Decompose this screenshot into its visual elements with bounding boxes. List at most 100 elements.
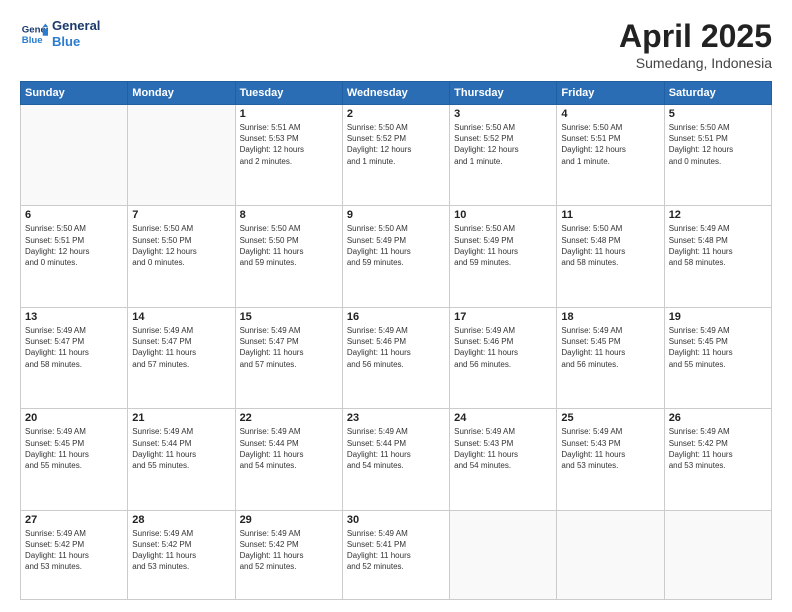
day-number: 30	[347, 514, 445, 526]
day-info: Sunrise: 5:50 AM Sunset: 5:51 PM Dayligh…	[669, 122, 767, 167]
day-number: 25	[561, 412, 659, 424]
calendar-cell: 14 Sunrise: 5:49 AM Sunset: 5:47 PM Dayli…	[128, 307, 235, 408]
day-info: Sunrise: 5:49 AM Sunset: 5:45 PM Dayligh…	[669, 325, 767, 370]
calendar-week-row: 6Sunrise: 5:50 AM Sunset: 5:51 PM Daylig…	[21, 206, 772, 307]
calendar-week-row: 13 Sunrise: 5:49 AM Sunset: 5:47 PM Dayli…	[21, 307, 772, 408]
day-info: Sunrise: 5:49 AM Sunset: 5:46 PM Dayligh…	[454, 325, 552, 370]
day-info: Sunrise: 5:50 AM Sunset: 5:51 PM Dayligh…	[561, 122, 659, 167]
day-number: 14	[132, 311, 230, 323]
day-number: 7	[132, 209, 230, 221]
calendar-cell: 17 Sunrise: 5:49 AM Sunset: 5:46 PM Dayli…	[450, 307, 557, 408]
calendar-week-row: 27Sunrise: 5:49 AM Sunset: 5:42 PM Dayli…	[21, 510, 772, 599]
day-number: 23	[347, 412, 445, 424]
logo-icon: General Blue	[20, 20, 48, 48]
calendar-cell: 5Sunrise: 5:50 AM Sunset: 5:51 PM Daylig…	[664, 105, 771, 206]
calendar-cell: 23 Sunrise: 5:49 AM Sunset: 5:44 PM Dayli…	[342, 409, 449, 510]
day-info: Sunrise: 5:50 AM Sunset: 5:50 PM Dayligh…	[132, 223, 230, 268]
day-info: Sunrise: 5:51 AM Sunset: 5:53 PM Dayligh…	[240, 122, 338, 167]
day-number: 22	[240, 412, 338, 424]
calendar-week-row: 1Sunrise: 5:51 AM Sunset: 5:53 PM Daylig…	[21, 105, 772, 206]
calendar-cell	[557, 510, 664, 599]
day-info: Sunrise: 5:50 AM Sunset: 5:49 PM Dayligh…	[454, 223, 552, 268]
day-number: 19	[669, 311, 767, 323]
day-info: Sunrise: 5:49 AM Sunset: 5:46 PM Dayligh…	[347, 325, 445, 370]
day-number: 11	[561, 209, 659, 221]
svg-text:Blue: Blue	[22, 34, 43, 45]
day-number: 2	[347, 108, 445, 120]
day-number: 16	[347, 311, 445, 323]
calendar-cell: 26 Sunrise: 5:49 AM Sunset: 5:42 PM Dayli…	[664, 409, 771, 510]
day-number: 4	[561, 108, 659, 120]
day-number: 8	[240, 209, 338, 221]
weekday-header-thursday: Thursday	[450, 82, 557, 105]
calendar-cell: 18Sunrise: 5:49 AM Sunset: 5:45 PM Dayli…	[557, 307, 664, 408]
calendar-cell	[21, 105, 128, 206]
weekday-header-wednesday: Wednesday	[342, 82, 449, 105]
calendar-cell: 1Sunrise: 5:51 AM Sunset: 5:53 PM Daylig…	[235, 105, 342, 206]
calendar-cell: 30 Sunrise: 5:49 AM Sunset: 5:41 PM Dayli…	[342, 510, 449, 599]
calendar-cell: 16 Sunrise: 5:49 AM Sunset: 5:46 PM Dayli…	[342, 307, 449, 408]
calendar-cell: 13 Sunrise: 5:49 AM Sunset: 5:47 PM Dayli…	[21, 307, 128, 408]
day-number: 28	[132, 514, 230, 526]
day-number: 10	[454, 209, 552, 221]
day-info: Sunrise: 5:49 AM Sunset: 5:47 PM Dayligh…	[132, 325, 230, 370]
calendar-cell: 20 Sunrise: 5:49 AM Sunset: 5:45 PM Dayli…	[21, 409, 128, 510]
day-info: Sunrise: 5:49 AM Sunset: 5:44 PM Dayligh…	[347, 426, 445, 471]
day-number: 9	[347, 209, 445, 221]
logo: General Blue General Blue	[20, 18, 100, 49]
header: General Blue General Blue April 2025 Sum…	[20, 18, 772, 71]
day-number: 18	[561, 311, 659, 323]
day-info: Sunrise: 5:49 AM Sunset: 5:42 PM Dayligh…	[25, 528, 123, 573]
day-number: 20	[25, 412, 123, 424]
day-info: Sunrise: 5:50 AM Sunset: 5:52 PM Dayligh…	[454, 122, 552, 167]
day-number: 17	[454, 311, 552, 323]
logo-name-line2: Blue	[52, 34, 100, 50]
day-info: Sunrise: 5:49 AM Sunset: 5:47 PM Dayligh…	[240, 325, 338, 370]
calendar-cell: 9 Sunrise: 5:50 AM Sunset: 5:49 PM Daylig…	[342, 206, 449, 307]
calendar-cell: 29Sunrise: 5:49 AM Sunset: 5:42 PM Dayli…	[235, 510, 342, 599]
day-number: 13	[25, 311, 123, 323]
calendar-cell: 12Sunrise: 5:49 AM Sunset: 5:48 PM Dayli…	[664, 206, 771, 307]
day-number: 6	[25, 209, 123, 221]
day-info: Sunrise: 5:49 AM Sunset: 5:45 PM Dayligh…	[25, 426, 123, 471]
day-number: 3	[454, 108, 552, 120]
day-info: Sunrise: 5:50 AM Sunset: 5:49 PM Dayligh…	[347, 223, 445, 268]
day-info: Sunrise: 5:49 AM Sunset: 5:47 PM Dayligh…	[25, 325, 123, 370]
day-info: Sunrise: 5:49 AM Sunset: 5:42 PM Dayligh…	[132, 528, 230, 573]
calendar-cell: 10 Sunrise: 5:50 AM Sunset: 5:49 PM Dayli…	[450, 206, 557, 307]
day-info: Sunrise: 5:50 AM Sunset: 5:52 PM Dayligh…	[347, 122, 445, 167]
calendar-cell: 22 Sunrise: 5:49 AM Sunset: 5:44 PM Dayli…	[235, 409, 342, 510]
calendar-title: April 2025	[619, 18, 772, 55]
day-info: Sunrise: 5:50 AM Sunset: 5:48 PM Dayligh…	[561, 223, 659, 268]
weekday-header-tuesday: Tuesday	[235, 82, 342, 105]
calendar-table: SundayMondayTuesdayWednesdayThursdayFrid…	[20, 81, 772, 600]
day-info: Sunrise: 5:49 AM Sunset: 5:42 PM Dayligh…	[240, 528, 338, 573]
calendar-cell: 21 Sunrise: 5:49 AM Sunset: 5:44 PM Dayli…	[128, 409, 235, 510]
page: General Blue General Blue April 2025 Sum…	[0, 0, 792, 612]
calendar-cell: 3 Sunrise: 5:50 AM Sunset: 5:52 PM Daylig…	[450, 105, 557, 206]
weekday-header-friday: Friday	[557, 82, 664, 105]
title-block: April 2025 Sumedang, Indonesia	[619, 18, 772, 71]
calendar-cell: 28 Sunrise: 5:49 AM Sunset: 5:42 PM Dayli…	[128, 510, 235, 599]
day-info: Sunrise: 5:49 AM Sunset: 5:44 PM Dayligh…	[132, 426, 230, 471]
calendar-cell: 8 Sunrise: 5:50 AM Sunset: 5:50 PM Daylig…	[235, 206, 342, 307]
day-info: Sunrise: 5:49 AM Sunset: 5:41 PM Dayligh…	[347, 528, 445, 573]
day-info: Sunrise: 5:49 AM Sunset: 5:42 PM Dayligh…	[669, 426, 767, 471]
calendar-cell: 27Sunrise: 5:49 AM Sunset: 5:42 PM Dayli…	[21, 510, 128, 599]
weekday-header-monday: Monday	[128, 82, 235, 105]
calendar-cell: 15 Sunrise: 5:49 AM Sunset: 5:47 PM Dayli…	[235, 307, 342, 408]
day-info: Sunrise: 5:49 AM Sunset: 5:44 PM Dayligh…	[240, 426, 338, 471]
calendar-subtitle: Sumedang, Indonesia	[619, 55, 772, 71]
calendar-cell: 19 Sunrise: 5:49 AM Sunset: 5:45 PM Dayli…	[664, 307, 771, 408]
day-number: 24	[454, 412, 552, 424]
day-info: Sunrise: 5:49 AM Sunset: 5:43 PM Dayligh…	[454, 426, 552, 471]
day-number: 26	[669, 412, 767, 424]
calendar-cell: 24 Sunrise: 5:49 AM Sunset: 5:43 PM Dayli…	[450, 409, 557, 510]
calendar-cell: 25Sunrise: 5:49 AM Sunset: 5:43 PM Dayli…	[557, 409, 664, 510]
day-info: Sunrise: 5:50 AM Sunset: 5:50 PM Dayligh…	[240, 223, 338, 268]
calendar-cell	[128, 105, 235, 206]
calendar-header-row: SundayMondayTuesdayWednesdayThursdayFrid…	[21, 82, 772, 105]
day-number: 15	[240, 311, 338, 323]
weekday-header-sunday: Sunday	[21, 82, 128, 105]
day-number: 21	[132, 412, 230, 424]
